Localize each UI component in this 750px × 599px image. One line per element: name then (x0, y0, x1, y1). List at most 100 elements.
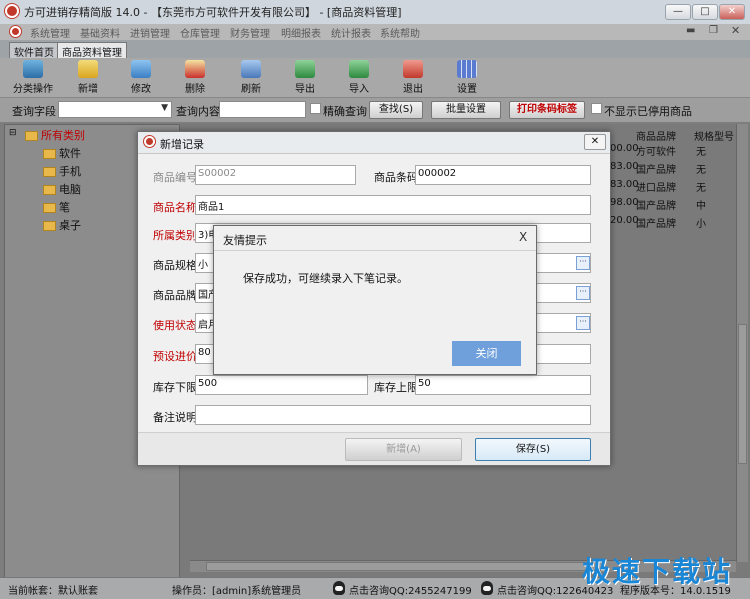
tree-item-label: 手机 (59, 165, 81, 178)
minimize-button[interactable]: — (665, 4, 691, 20)
brand-label: 商品品牌 (153, 289, 197, 302)
menu-warehouse[interactable]: 仓库管理 (180, 25, 220, 40)
name-field[interactable]: 商品1 (195, 195, 591, 215)
hide-disabled-checkbox[interactable] (591, 103, 602, 114)
table-row[interactable]: 98.00 国产品牌 中 (610, 194, 740, 212)
table-row[interactable]: 00.00 方可软件 无 (610, 140, 740, 158)
export-button[interactable]: 导出 (282, 60, 328, 96)
tree-item[interactable]: 手机 (43, 163, 81, 179)
brand-cell: 方可软件 (636, 147, 676, 158)
add-button[interactable]: 新增 (65, 60, 111, 96)
tree-item-label: 桌子 (59, 219, 81, 232)
tree-root-label: 所有类别 (41, 129, 85, 142)
message-title: 友情提示 (223, 234, 267, 247)
mdi-close-icon[interactable]: ✕ (731, 24, 740, 37)
batch-set-button[interactable]: 批量设置 (431, 101, 501, 119)
code-label: 商品编号 (153, 171, 197, 184)
category-button[interactable]: 分类操作 (10, 60, 56, 96)
add-icon (78, 60, 98, 78)
menu-finance[interactable]: 财务管理 (230, 25, 270, 40)
note-field[interactable] (195, 405, 591, 425)
status-operator: 操作员：[admin]系统管理员 (172, 586, 302, 597)
max-stock-label: 库存上限 (374, 381, 418, 394)
tree-item[interactable]: 电脑 (43, 181, 81, 197)
maximize-button[interactable]: □ (692, 4, 718, 20)
chevron-down-icon: ▼ (161, 103, 168, 113)
close-button[interactable]: ✕ (719, 4, 745, 20)
menu-trade[interactable]: 进销管理 (130, 25, 170, 40)
spec-picker-button[interactable]: ··· (576, 256, 590, 270)
message-close-button[interactable]: X (519, 230, 527, 244)
settings-button[interactable]: 设置 (444, 60, 490, 96)
menu-detail-report[interactable]: 明细报表 (281, 25, 321, 40)
refresh-label: 刷新 (241, 84, 261, 95)
exit-icon (403, 60, 423, 78)
print-barcode-button[interactable]: 打印条码标签 (509, 101, 585, 119)
export-icon (295, 60, 315, 78)
folder-icon (43, 203, 56, 213)
dialog-close-button[interactable]: ✕ (584, 134, 606, 150)
search-content-input[interactable] (219, 101, 306, 118)
exit-label: 退出 (403, 84, 423, 95)
max-stock-field[interactable]: 50 (415, 375, 591, 395)
edit-button[interactable]: 修改 (118, 60, 164, 96)
table-row[interactable]: 83.00 国产品牌 无 (610, 158, 740, 176)
dialog-title: 新增记录 (160, 138, 204, 151)
save-record-button[interactable]: 保存(S) (475, 438, 591, 461)
tab-row: 软件首页 商品资料管理 (0, 40, 750, 59)
menu-stat-report[interactable]: 统计报表 (331, 25, 371, 40)
barcode-field[interactable]: 000002 (415, 165, 591, 185)
grid-rows: 00.00 方可软件无 83.00 国产品牌无 83.00 进口品牌无 98.00 国产… (610, 140, 740, 246)
menu-bar: 系统管理 基础资料 进销管理 仓库管理 财务管理 明细报表 统计报表 系统帮助 … (0, 24, 750, 40)
hscroll-thumb[interactable] (206, 562, 606, 571)
table-row[interactable]: 20.00 国产品牌 小 (610, 212, 740, 230)
find-button[interactable]: 查找(S) (369, 101, 423, 119)
exit-button[interactable]: 退出 (390, 60, 436, 96)
menu-system[interactable]: 系统管理 (30, 25, 70, 40)
delete-button[interactable]: 删除 (172, 60, 218, 96)
toolbar: 分类操作 新增 修改 删除 刷新 导出 导入 退出 设置 (0, 58, 750, 98)
mdi-restore-icon[interactable]: ❐ (709, 25, 718, 36)
category-icon (23, 60, 43, 78)
add-label: 新增 (78, 84, 98, 95)
refresh-button[interactable]: 刷新 (228, 60, 274, 96)
category-label: 所属类别 (153, 229, 197, 242)
note-label: 备注说明 (153, 411, 197, 424)
tab-product[interactable]: 商品资料管理 (57, 42, 127, 59)
menu-basic[interactable]: 基础资料 (80, 25, 120, 40)
add-record-button[interactable]: 新增(A) (345, 438, 462, 461)
tree-item[interactable]: 桌子 (43, 217, 81, 233)
dialog-app-icon (144, 136, 155, 147)
tree-collapse-icon[interactable]: ⊟ (9, 128, 17, 138)
exact-checkbox[interactable] (310, 103, 321, 114)
menu-app-icon (10, 26, 21, 37)
brand-cell: 国产品牌 (636, 219, 676, 230)
tree-item[interactable]: 软件 (43, 145, 81, 161)
import-label: 导入 (349, 84, 369, 95)
status-picker-button[interactable]: ··· (576, 316, 590, 330)
tree-root[interactable]: 所有类别 (25, 127, 85, 143)
message-close-action-button[interactable]: 关闭 (452, 341, 521, 366)
brand-picker-button[interactable]: ··· (576, 286, 590, 300)
status-account: 当前帐套：默认账套 (8, 586, 98, 597)
tab-home[interactable]: 软件首页 (9, 42, 59, 59)
menu-help[interactable]: 系统帮助 (380, 25, 420, 40)
search-field-select[interactable]: ▼ (58, 101, 172, 118)
scrollbar-thumb[interactable] (738, 324, 747, 464)
tree-item[interactable]: 笔 (43, 199, 70, 215)
table-row[interactable]: 83.00 进口品牌 无 (610, 176, 740, 194)
price-cell: 83.00 (610, 179, 639, 190)
code-field[interactable]: S00002 (195, 165, 356, 185)
mdi-min-icon[interactable]: ▬ (686, 25, 695, 36)
message-divider (214, 250, 536, 251)
search-bar: 查询字段 ▼ 查询内容 精确查询 查找(S) 批量设置 打印条码标签 不显示已停… (0, 98, 750, 122)
settings-icon (457, 60, 477, 78)
qq-consult-link-1[interactable]: 点击咨询QQ:2455247199 (349, 582, 472, 597)
message-dialog: 友情提示 X 保存成功，可继续录入下笔记录。 关闭 (213, 225, 537, 375)
import-button[interactable]: 导入 (336, 60, 382, 96)
edit-label: 修改 (131, 84, 151, 95)
min-stock-field[interactable]: 500 (195, 375, 368, 395)
barcode-label: 商品条码 (374, 171, 418, 184)
qq-icon (333, 581, 347, 595)
vertical-scrollbar[interactable] (736, 124, 748, 562)
